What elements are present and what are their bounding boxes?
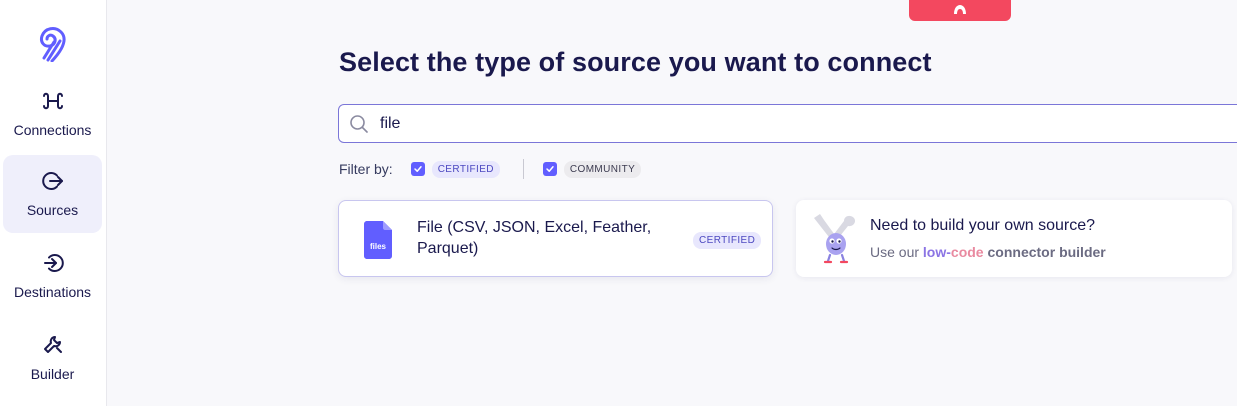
sidebar-item-label: Destinations [13, 284, 92, 300]
filter-row: Filter by: CERTIFIED COMMUNITY [339, 158, 642, 180]
search-box[interactable] [338, 104, 1237, 143]
community-filter-badge[interactable]: COMMUNITY [563, 160, 642, 178]
sidebar-item-label: Sources [26, 202, 79, 218]
top-notification-tab[interactable] [909, 0, 1011, 21]
sidebar-item-sources[interactable]: Sources [3, 155, 102, 233]
connections-icon [41, 89, 65, 113]
low-code-low: low- [922, 244, 951, 260]
sources-icon [41, 169, 65, 193]
sidebar-item-builder[interactable]: Builder [3, 319, 102, 397]
filter-divider [522, 159, 524, 179]
builder-illustration [810, 212, 858, 264]
source-card-file[interactable]: files File (CSV, JSON, Excel, Feather, P… [338, 200, 773, 277]
sidebar-item-label: Connections [13, 122, 92, 138]
filter-label: Filter by: [339, 161, 393, 177]
community-checkbox[interactable] [542, 162, 557, 176]
file-icon-label: files [370, 242, 387, 251]
certified-badge: CERTIFIED [693, 232, 762, 249]
source-name: File (CSV, JSON, Excel, Feather, Parquet… [417, 219, 652, 257]
sidebar: Connections Sources Destinations Builder [0, 0, 107, 406]
sidebar-item-label: Builder [30, 366, 75, 382]
builder-card: Need to build your own source? Use our l… [796, 200, 1232, 277]
search-icon [349, 113, 371, 135]
sidebar-item-destinations[interactable]: Destinations [3, 237, 102, 315]
search-input[interactable] [380, 114, 1180, 133]
airbyte-logo[interactable] [34, 24, 70, 63]
chevron-up-icon [952, 2, 968, 20]
builder-subtext-prefix: Use our [870, 244, 923, 260]
builder-icon [41, 333, 65, 357]
low-code-code: code [950, 244, 984, 260]
connector-builder-text: connector builder [983, 244, 1106, 260]
builder-subtext: Use our low-code connector builder [870, 244, 1106, 260]
certified-checkbox[interactable] [410, 162, 425, 176]
connector-builder-link[interactable]: low-code connector builder [923, 244, 1106, 260]
page-title: Select the type of source you want to co… [339, 47, 932, 77]
destinations-icon [41, 251, 65, 275]
sidebar-item-connections[interactable]: Connections [3, 75, 102, 153]
certified-filter-badge[interactable]: CERTIFIED [431, 160, 500, 178]
file-icon: files [364, 221, 392, 259]
builder-headline: Need to build your own source? [870, 217, 1096, 234]
